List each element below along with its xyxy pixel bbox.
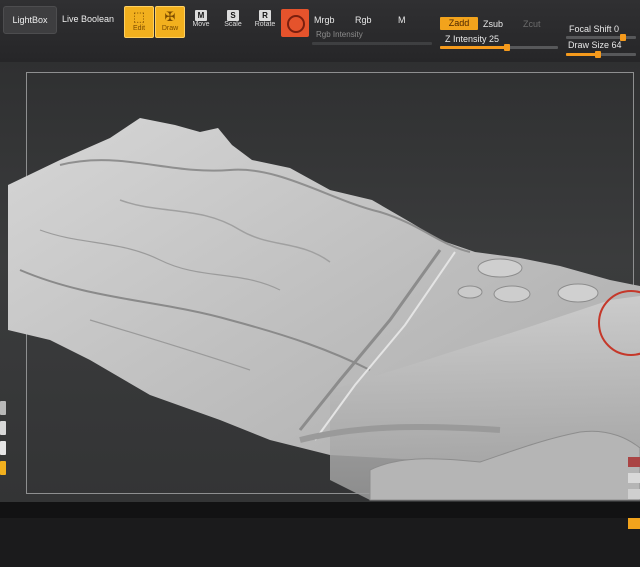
move-button[interactable]: M Move <box>187 10 215 40</box>
draw-size-text: Draw Size <box>568 40 610 50</box>
m-button[interactable]: M <box>398 15 406 25</box>
mrgb-button[interactable]: Mrgb <box>314 15 335 25</box>
draw-size-slider[interactable] <box>566 51 636 58</box>
live-boolean-button[interactable]: Live Boolean <box>60 6 116 32</box>
right-strip-swatch[interactable] <box>628 473 640 483</box>
z-intensity-knob[interactable] <box>504 44 510 51</box>
scale-icon: S <box>227 10 239 21</box>
focal-shift-slider[interactable] <box>566 34 636 41</box>
left-strip-swatch[interactable] <box>0 461 6 475</box>
z-intensity-slider[interactable] <box>440 44 558 51</box>
draw-size-knob[interactable] <box>595 51 601 58</box>
rgb-button[interactable]: Rgb <box>355 15 372 25</box>
z-intensity-value: 25 <box>489 34 500 44</box>
focal-shift-text: Focal Shift <box>569 24 612 34</box>
zcut-button[interactable]: Zcut <box>523 19 541 29</box>
terrain-mesh[interactable] <box>0 62 640 502</box>
left-strip-swatch[interactable] <box>0 441 6 455</box>
rotate-label: Rotate <box>254 21 276 28</box>
rotate-button[interactable]: R Rotate <box>251 10 279 40</box>
rgb-intensity-label: Rgb Intensity <box>316 30 363 39</box>
zsub-button[interactable]: Zsub <box>483 19 503 29</box>
draw-button[interactable]: ✠ Draw <box>155 6 185 38</box>
rotate-icon: R <box>259 10 271 21</box>
canvas-viewport[interactable] <box>0 62 640 529</box>
right-strip-swatch[interactable] <box>628 489 640 499</box>
z-intensity-fill <box>440 46 505 49</box>
draw-label: Draw <box>161 25 179 32</box>
move-label: Move <box>192 21 210 28</box>
material-button[interactable] <box>281 9 309 37</box>
lightbox-button[interactable]: LightBox <box>3 6 57 34</box>
draw-size-value: 64 <box>611 40 622 50</box>
draw-icon: ✠ <box>164 9 176 24</box>
left-strip-swatch[interactable] <box>0 421 6 435</box>
top-toolbar: LightBox Live Boolean ⬚ Edit ✠ Draw M Mo… <box>0 0 640 63</box>
material-sphere-icon <box>287 15 305 33</box>
focal-shift-label: Focal Shift 0 <box>569 24 619 34</box>
z-intensity-text: Z Intensity <box>445 34 487 44</box>
bottom-bar <box>0 502 640 518</box>
draw-size-label: Draw Size 64 <box>568 40 622 50</box>
edit-label: Edit <box>132 25 146 32</box>
edit-icon: ⬚ <box>132 9 146 24</box>
move-icon: M <box>195 10 207 21</box>
z-intensity-label: Z Intensity 25 <box>445 34 499 44</box>
left-strip-swatch[interactable] <box>0 401 6 415</box>
mound-4 <box>457 285 483 299</box>
scale-label: Scale <box>224 21 242 28</box>
scale-button[interactable]: S Scale <box>219 10 247 40</box>
mound-1 <box>477 258 523 278</box>
rgb-intensity-slider[interactable] <box>312 42 432 45</box>
right-strip-swatch[interactable] <box>628 457 640 467</box>
focal-shift-value: 0 <box>614 24 620 34</box>
mound-2 <box>493 285 531 303</box>
draw-size-fill <box>566 53 596 56</box>
zadd-button[interactable]: Zadd <box>440 17 478 30</box>
edit-button[interactable]: ⬚ Edit <box>124 6 154 38</box>
mound-3 <box>557 283 599 303</box>
